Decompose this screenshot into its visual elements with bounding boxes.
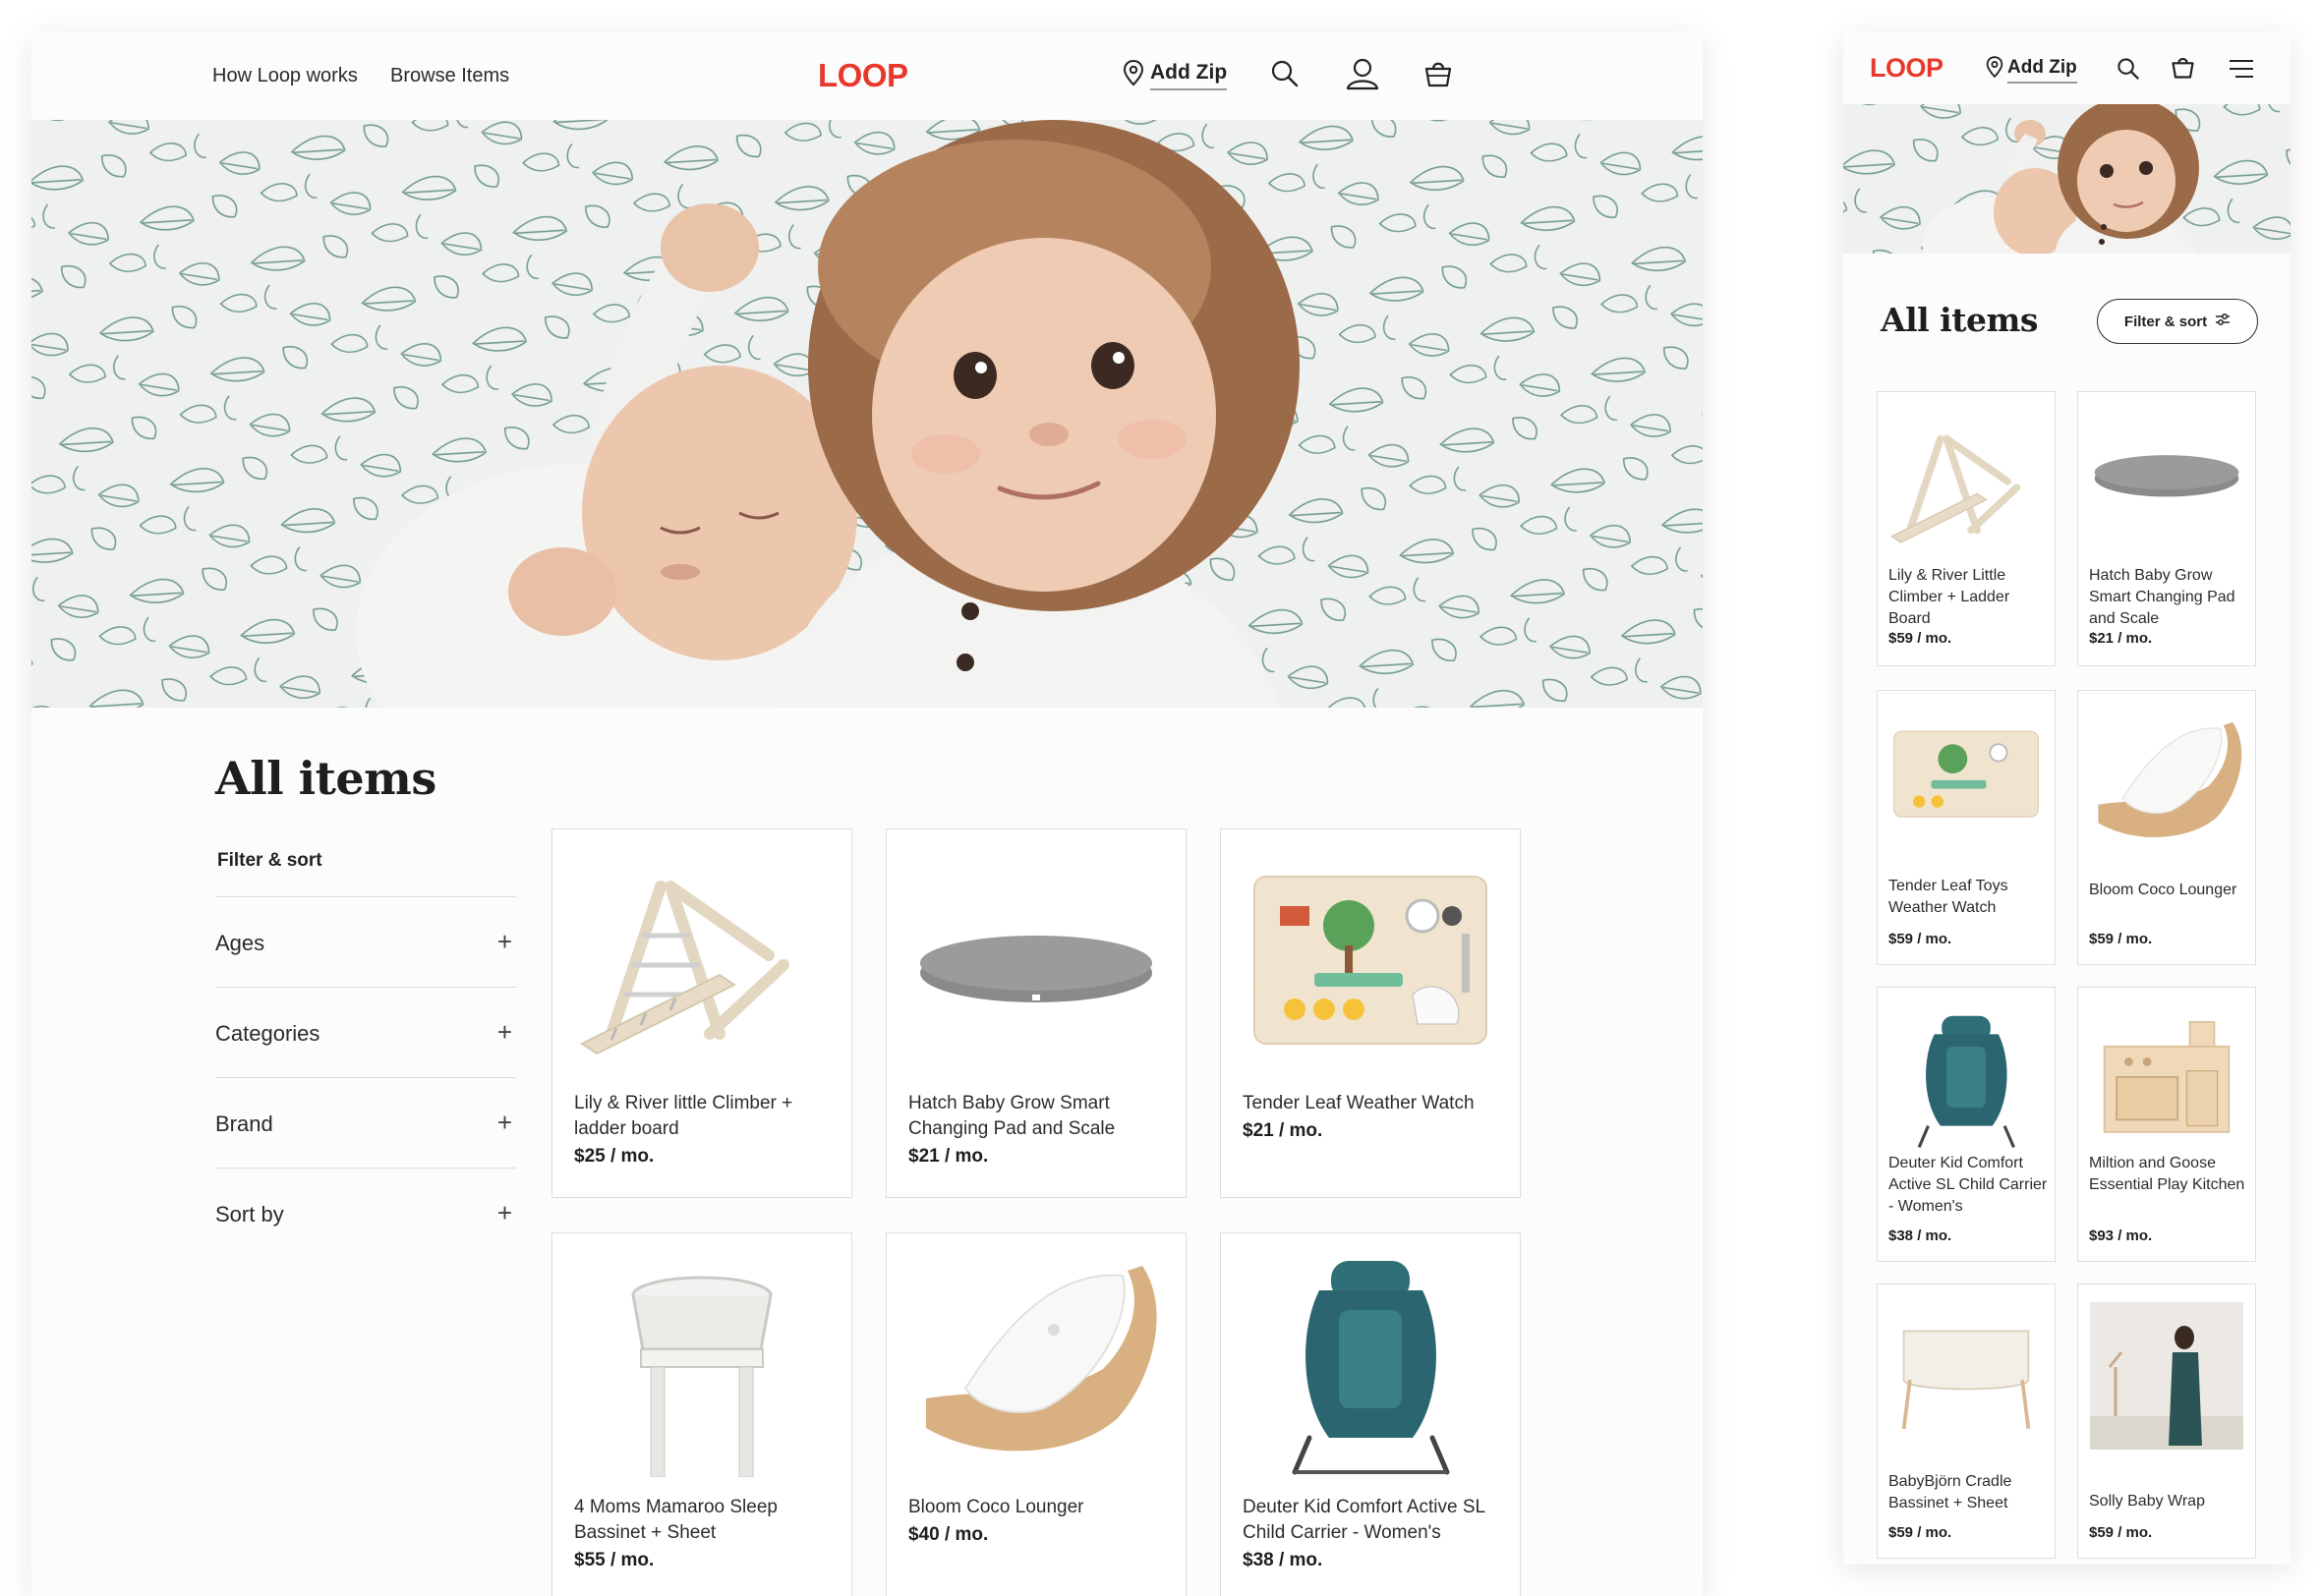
product-price: $25 / mo. <box>574 1146 655 1167</box>
product-card[interactable]: Hatch Baby Grow Smart Changing Pad and S… <box>886 828 1187 1198</box>
product-card[interactable]: Lily & River Little Climber + Ladder Boa… <box>1877 391 2056 666</box>
desktop-frame: How Loop works Browse Items LOOP Add Zip <box>31 31 1703 1596</box>
product-image <box>572 1251 832 1478</box>
location-pin-icon <box>1123 59 1144 92</box>
mobile-frame: LOOP Add Zip All items Filter & sort Lil… <box>1843 31 2291 1565</box>
hamburger-menu-icon[interactable] <box>2228 59 2255 84</box>
product-image <box>906 847 1166 1073</box>
product-image <box>2086 406 2247 563</box>
product-card[interactable]: Deuter Kid Comfort Active SL Child Carri… <box>1220 1232 1521 1596</box>
product-price: $40 / mo. <box>908 1524 989 1545</box>
product-image <box>906 1251 1166 1477</box>
add-zip-button[interactable]: Add Zip <box>1123 59 1228 92</box>
product-image <box>1241 1251 1500 1477</box>
product-name: Deuter Kid Comfort Active SL Child Carri… <box>1888 1155 2048 1215</box>
facet-brand[interactable]: Brand + <box>215 1077 516 1168</box>
product-card[interactable]: Bloom Coco Lounger $59 / mo. <box>2077 690 2256 965</box>
facet-categories[interactable]: Categories + <box>215 987 516 1077</box>
product-image <box>2086 1298 2247 1455</box>
filter-sort-button[interactable]: Filter & sort <box>2097 299 2258 344</box>
how-loop-works-link[interactable]: How Loop works <box>212 65 358 87</box>
product-card[interactable]: Bloom Coco Lounger $40 / mo. <box>886 1232 1187 1596</box>
browse-items-link[interactable]: Browse Items <box>390 65 509 87</box>
product-price: $38 / mo. <box>1888 1227 1952 1244</box>
plus-icon: + <box>496 1017 512 1047</box>
location-pin-icon <box>1986 55 2003 85</box>
search-icon[interactable] <box>1270 59 1300 93</box>
filter-sort-label: Filter & sort <box>2123 313 2208 330</box>
product-card[interactable]: Tender Leaf Weather Watch $21 / mo. <box>1220 828 1521 1198</box>
product-name: Deuter Kid Comfort Active SL Child Carri… <box>1243 1497 1485 1543</box>
product-name: BabyBjörn Cradle Bassinet + Sheet <box>1888 1473 2012 1511</box>
facet-label: Brand <box>215 1112 273 1136</box>
product-name: 4 Moms Mamaroo Sleep Bassinet + Sheet <box>574 1497 778 1543</box>
sliders-icon <box>2215 313 2231 330</box>
product-price: $93 / mo. <box>2089 1227 2153 1244</box>
facet-label: Ages <box>215 931 265 955</box>
product-name: Miltion and Goose Essential Play Kitchen <box>2089 1155 2245 1193</box>
product-card[interactable]: 4 Moms Mamaroo Sleep Bassinet + Sheet $5… <box>551 1232 852 1596</box>
product-image <box>1885 705 2047 862</box>
product-card[interactable]: Tender Leaf Toys Weather Watch $59 / mo. <box>1877 690 2056 965</box>
product-name: Lily & River little Climber + ladder boa… <box>574 1093 793 1139</box>
product-name: Hatch Baby Grow Smart Changing Pad and S… <box>2089 567 2235 627</box>
product-price: $59 / mo. <box>1888 931 1952 947</box>
product-card[interactable]: Deuter Kid Comfort Active SL Child Carri… <box>1877 987 2056 1262</box>
product-name: Tender Leaf Toys Weather Watch <box>1888 878 2008 916</box>
cart-bag-icon[interactable] <box>1423 59 1453 93</box>
product-image <box>572 847 832 1073</box>
product-price: $21 / mo. <box>2089 630 2153 647</box>
facet-ages[interactable]: Ages + <box>215 896 516 987</box>
add-zip-label: Add Zip <box>2007 57 2077 84</box>
product-name: Lily & River Little Climber + Ladder Boa… <box>1888 567 2010 627</box>
facet-label: Categories <box>215 1021 320 1046</box>
facet-sort-by[interactable]: Sort by + <box>215 1168 516 1258</box>
product-price: $38 / mo. <box>1243 1550 1323 1570</box>
product-name: Solly Baby Wrap <box>2089 1493 2205 1510</box>
plus-icon: + <box>496 1198 512 1227</box>
product-card[interactable]: Solly Baby Wrap $59 / mo. <box>2077 1283 2256 1559</box>
add-zip-label: Add Zip <box>1150 61 1228 90</box>
product-image <box>1885 1298 2047 1455</box>
product-name: Hatch Baby Grow Smart Changing Pad and S… <box>908 1093 1116 1139</box>
cart-bag-icon[interactable] <box>2171 55 2195 85</box>
product-price: $21 / mo. <box>1243 1120 1323 1141</box>
add-zip-button[interactable]: Add Zip <box>1986 55 2077 85</box>
product-image <box>1885 406 2047 563</box>
facet-label: Sort by <box>215 1202 284 1226</box>
hero-image <box>1843 104 2291 254</box>
product-price: $59 / mo. <box>2089 931 2153 947</box>
product-price: $59 / mo. <box>1888 630 1952 647</box>
product-card[interactable]: Hatch Baby Grow Smart Changing Pad and S… <box>2077 391 2256 666</box>
product-name: Bloom Coco Lounger <box>2089 882 2237 898</box>
page-title: All items <box>215 752 436 805</box>
product-card[interactable]: Lily & River little Climber + ladder boa… <box>551 828 852 1198</box>
product-image <box>1241 847 1500 1073</box>
product-image <box>1885 1001 2047 1159</box>
product-image <box>2086 705 2247 862</box>
hero-image <box>31 120 1703 708</box>
product-name: Tender Leaf Weather Watch <box>1243 1093 1475 1113</box>
product-price: $21 / mo. <box>908 1146 989 1167</box>
loop-logo[interactable]: LOOP <box>1870 53 1943 84</box>
account-icon[interactable] <box>1345 57 1380 95</box>
desktop-nav-bar: How Loop works Browse Items LOOP Add Zip <box>31 31 1703 120</box>
filter-sort-heading: Filter & sort <box>217 850 322 871</box>
search-icon[interactable] <box>2117 57 2140 86</box>
product-price: $55 / mo. <box>574 1550 655 1570</box>
plus-icon: + <box>496 1108 512 1137</box>
page-title: All items <box>1881 301 2038 339</box>
product-image <box>2086 1001 2247 1159</box>
product-card[interactable]: Miltion and Goose Essential Play Kitchen… <box>2077 987 2256 1262</box>
product-price: $59 / mo. <box>2089 1524 2153 1541</box>
plus-icon: + <box>496 927 512 956</box>
product-name: Bloom Coco Lounger <box>908 1497 1084 1517</box>
product-card[interactable]: BabyBjörn Cradle Bassinet + Sheet $59 / … <box>1877 1283 2056 1559</box>
product-price: $59 / mo. <box>1888 1524 1952 1541</box>
loop-logo[interactable]: LOOP <box>818 57 908 94</box>
